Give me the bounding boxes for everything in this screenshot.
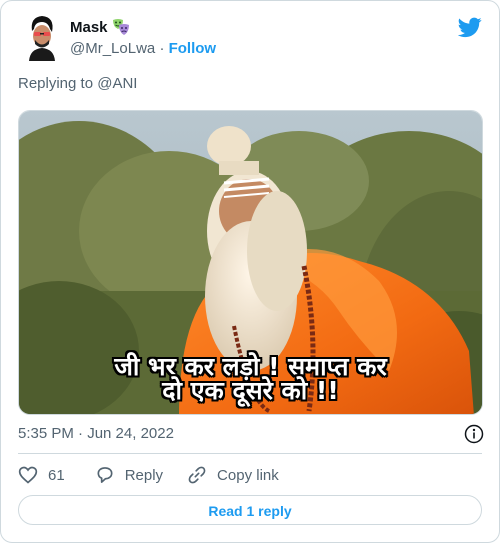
tweet-media-image[interactable]: जी भर कर लड़ो ! समाप्त कर दो एक दूसरे को… [18,110,483,415]
tweet-card: Mask @Mr_LoLwa · Follow Replying to @ANI [0,0,500,543]
author-name-row: Mask [70,18,130,36]
author-handle-row: @Mr_LoLwa · Follow [70,40,216,57]
copy-link-label: Copy link [217,466,279,484]
link-icon [188,466,206,484]
timestamp-row: 5:35 PM · Jun 24, 2022 [18,424,484,444]
subtitle-line-2: दो एक दूसरे को !! [162,376,339,405]
like-count: 61 [48,466,65,484]
heart-icon [18,466,38,484]
like-button[interactable]: 61 [18,465,65,485]
avatar[interactable] [24,15,60,61]
author-handle[interactable]: @Mr_LoLwa [70,40,155,57]
reply-button[interactable]: Reply [95,465,163,485]
author-name[interactable]: Mask [70,19,108,36]
tweet-header: Mask @Mr_LoLwa · Follow [18,15,482,61]
reply-label: Reply [124,466,164,484]
copy-link-button[interactable]: Copy link [187,465,279,485]
divider [18,453,482,454]
twitter-bird-icon[interactable] [458,15,482,39]
read-replies-button[interactable]: Read 1 reply [18,495,482,525]
reply-bubble-icon [97,467,113,483]
info-icon[interactable] [464,424,484,444]
follow-button[interactable]: Follow [169,40,217,57]
timestamp[interactable]: 5:35 PM · Jun 24, 2022 [18,425,174,442]
masks-emoji-icon [112,19,129,35]
action-bar: 61 Reply Copy link [18,465,303,485]
separator-dot: · [159,40,169,57]
replying-to: Replying to @ANI [18,75,138,92]
